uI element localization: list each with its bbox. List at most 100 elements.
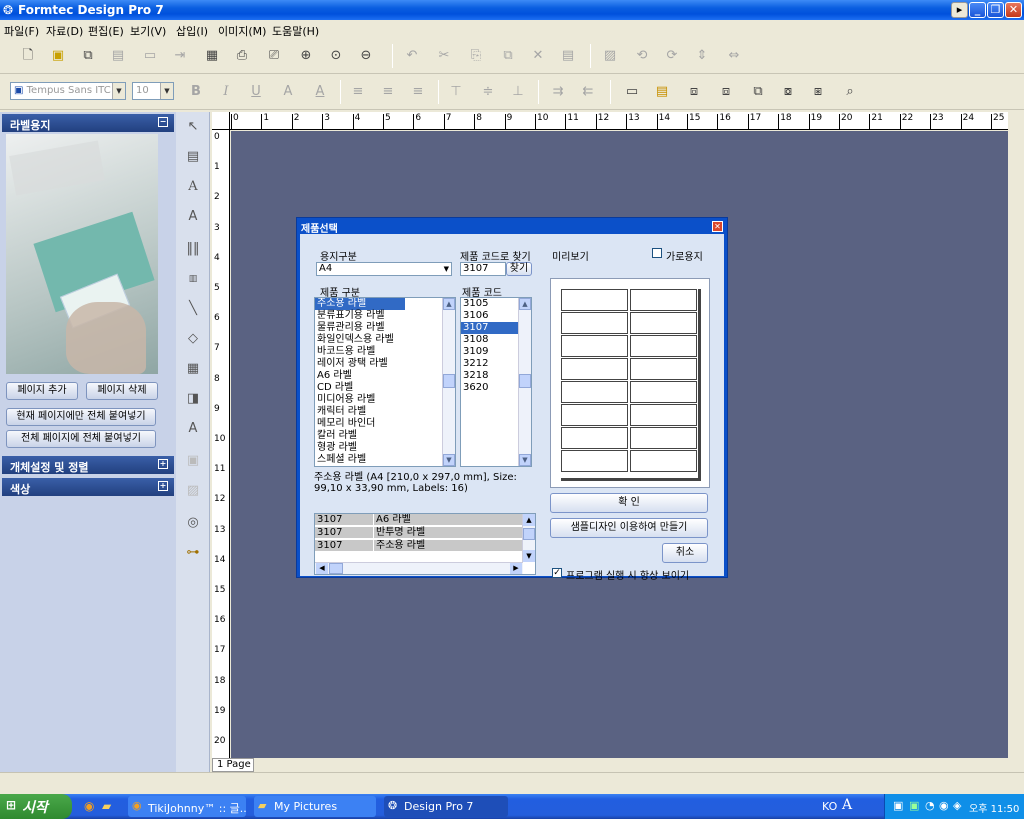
merge-icon[interactable]: ⧈ <box>684 82 704 102</box>
ime-icon[interactable]: A <box>842 797 852 813</box>
task-design-pro[interactable]: ❂ Design Pro 7 <box>384 796 508 817</box>
code-item[interactable]: 3108 <box>461 334 518 346</box>
text-box-icon[interactable]: A <box>184 208 202 226</box>
valign-bottom-icon[interactable]: ⊥ <box>508 82 528 102</box>
expand-icon[interactable]: + <box>158 481 168 491</box>
scroll-up-icon[interactable]: ▲ <box>523 514 535 526</box>
bold-icon[interactable]: B <box>186 82 206 102</box>
code-scrollbar[interactable]: ▲ ▼ <box>518 298 531 466</box>
line-icon[interactable]: ╲ <box>184 300 202 318</box>
find-button[interactable]: 찾기 <box>506 262 532 276</box>
paste-current-page-button[interactable]: 현재 페이지에만 전체 붙여넣기 <box>6 408 156 426</box>
flip-horizontal-icon[interactable]: ⇔ <box>724 46 744 66</box>
print-icon[interactable]: ⎙ <box>232 46 252 66</box>
tree-icon[interactable]: ⊶ <box>184 544 202 562</box>
scroll-thumb[interactable] <box>519 374 531 388</box>
undo-icon[interactable]: ↶ <box>402 46 422 66</box>
folder-icon[interactable]: ▰ <box>102 799 111 813</box>
messenger-icon[interactable]: ◈ <box>953 799 961 812</box>
category-scrollbar[interactable]: ▲ ▼ <box>442 298 455 466</box>
panel-header-label-paper[interactable]: 라벨용지 − <box>2 114 174 132</box>
table-row[interactable]: 3107 주소용 라벨 <box>315 540 523 552</box>
results-vscrollbar[interactable]: ▲ ▼ <box>522 514 535 562</box>
zoom-fit-icon[interactable]: ⊙ <box>326 46 346 66</box>
paste-all-pages-button[interactable]: 전체 페이지에 전체 붙여넣기 <box>6 430 156 448</box>
page-tab[interactable]: 1 Page <box>212 758 254 772</box>
sample-icon[interactable]: ▦ <box>202 46 222 66</box>
save-icon[interactable]: ▤ <box>108 46 128 66</box>
menu-image[interactable]: 이미지(M) <box>218 23 266 39</box>
category-item[interactable]: 칼러 라벨 <box>315 430 455 442</box>
open-icon[interactable]: ▣ <box>48 46 68 66</box>
category-item[interactable]: 스페셜 라벨 <box>315 454 455 466</box>
results-table[interactable]: 3107 A6 라벨 3107 반투명 라벨 3107 주소용 라벨 ◀ ▶ ▲ ▼ <box>314 513 536 575</box>
category-item[interactable]: 분류표기용 라벨 <box>315 310 455 322</box>
rectangle-icon[interactable]: ▭ <box>140 46 160 66</box>
category-item[interactable]: 바코드용 라벨 <box>315 346 455 358</box>
search-icon[interactable]: ⌕ <box>840 82 860 102</box>
database-icon[interactable]: ▤ <box>652 82 672 102</box>
minimize-icon[interactable]: _ <box>969 2 986 18</box>
clip-art-icon[interactable]: ▨ <box>184 482 202 500</box>
find-code-input[interactable]: 3107 <box>460 262 506 276</box>
bring-front-icon[interactable]: ⧇ <box>778 82 798 102</box>
category-item[interactable]: 레이저 광택 라벨 <box>315 358 455 370</box>
sample-design-button[interactable]: 샘플디자인 이용하여 만들기 <box>550 518 708 538</box>
barcode-icon[interactable]: ‖‖ <box>184 240 202 258</box>
code-item[interactable]: 3106 <box>461 310 518 322</box>
scroll-thumb[interactable] <box>523 528 535 540</box>
firefox-icon[interactable]: ◉ <box>84 799 94 813</box>
panel-header-object-settings[interactable]: 개체설정 및 정렬 + <box>2 456 174 474</box>
font-size-combo[interactable]: 10 ▼ <box>132 82 174 100</box>
ok-button[interactable]: 확 인 <box>550 493 708 513</box>
update-icon[interactable]: ◉ <box>939 799 949 812</box>
task-my-pictures[interactable]: ▰ My Pictures <box>254 796 376 817</box>
scroll-left-icon[interactable]: ◀ <box>316 563 328 574</box>
category-item[interactable]: A6 라벨 <box>315 370 455 382</box>
category-item[interactable]: 주소용 라벨 <box>315 298 405 310</box>
category-item[interactable]: 물류관리용 라벨 <box>315 322 455 334</box>
code-item[interactable]: 3109 <box>461 346 518 358</box>
close-icon[interactable]: ✕ <box>1005 2 1022 18</box>
title-arrow-icon[interactable]: ▸ <box>951 2 968 18</box>
scroll-right-icon[interactable]: ▶ <box>510 563 522 574</box>
frame-icon[interactable]: ▤ <box>184 148 202 166</box>
category-item[interactable]: 캐릭터 라벨 <box>315 406 455 418</box>
delete-icon[interactable]: ✕ <box>528 46 548 66</box>
category-item[interactable]: 형광 라벨 <box>315 442 455 454</box>
art-text-icon[interactable]: A <box>184 420 202 438</box>
properties-icon[interactable]: ▤ <box>558 46 578 66</box>
sticker-icon[interactable]: ◎ <box>184 514 202 532</box>
zoom-out-icon[interactable]: ⊖ <box>356 46 376 66</box>
table-icon[interactable]: ▦ <box>184 360 202 378</box>
serial-icon[interactable]: ⧈ <box>716 82 736 102</box>
scroll-down-icon[interactable]: ▼ <box>519 454 531 466</box>
zoom-in-icon[interactable]: ⊕ <box>296 46 316 66</box>
italic-icon[interactable]: I <box>216 82 236 102</box>
chevron-down-icon[interactable]: ▼ <box>444 263 449 275</box>
underline-icon[interactable]: U <box>246 82 266 102</box>
text-icon[interactable]: A <box>184 178 202 196</box>
export-icon[interactable]: ⇥ <box>170 46 190 66</box>
align-center-icon[interactable]: ≡ <box>378 82 398 102</box>
category-item[interactable]: 미디어용 라벨 <box>315 394 455 406</box>
barcode-2d-icon[interactable]: ▥ <box>184 270 202 288</box>
label-icon[interactable]: ▭ <box>622 82 642 102</box>
code-item[interactable]: 3620 <box>461 382 518 394</box>
scroll-down-icon[interactable]: ▼ <box>523 550 535 562</box>
menu-view[interactable]: 보기(V) <box>130 23 166 39</box>
close-icon[interactable]: ✕ <box>712 221 723 232</box>
scroll-up-icon[interactable]: ▲ <box>443 298 455 310</box>
outdent-icon[interactable]: ⇇ <box>578 82 598 102</box>
add-page-button[interactable]: 페이지 추가 <box>6 382 78 400</box>
font-color-icon[interactable]: A <box>310 82 330 102</box>
indent-icon[interactable]: ⇉ <box>548 82 568 102</box>
language-indicator[interactable]: KO <box>822 800 837 813</box>
rotate-right-icon[interactable]: ⟳ <box>662 46 682 66</box>
table-row[interactable]: 3107 반투명 라벨 <box>315 527 523 539</box>
scroll-thumb[interactable] <box>443 374 455 388</box>
collapse-icon[interactable]: − <box>158 117 168 127</box>
font-name-combo[interactable]: ▣ Tempus Sans ITC ▼ <box>10 82 126 100</box>
category-item[interactable]: CD 라벨 <box>315 382 455 394</box>
scroll-up-icon[interactable]: ▲ <box>519 298 531 310</box>
